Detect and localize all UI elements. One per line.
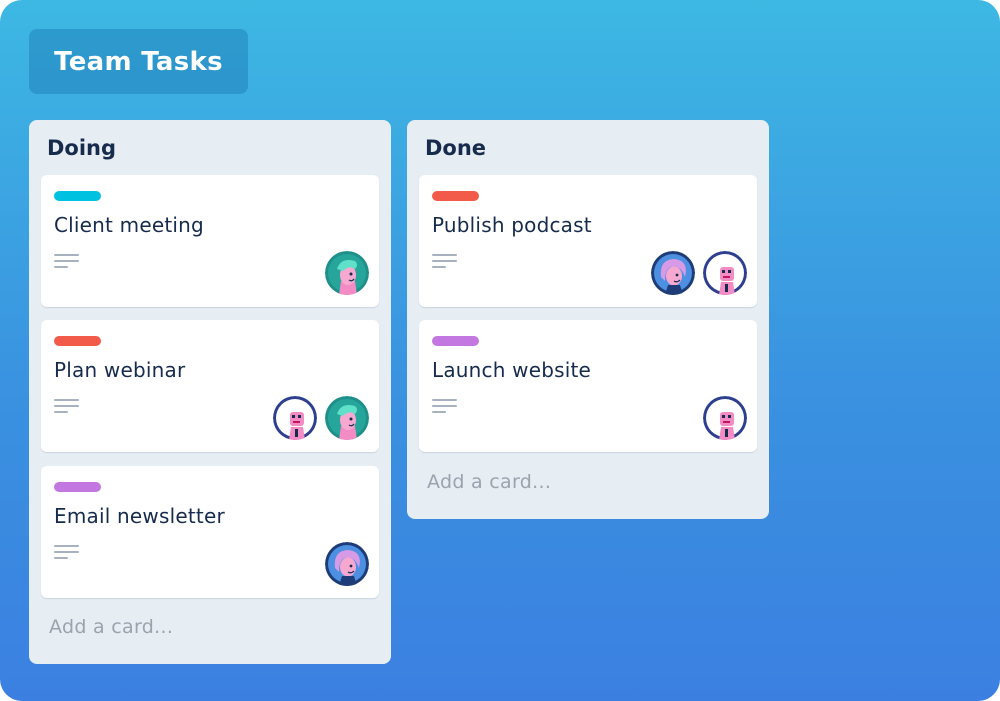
- card-title: Client meeting: [54, 213, 204, 237]
- board: Team Tasks Doing Client meeting Plan web…: [0, 0, 1000, 701]
- board-title[interactable]: Team Tasks: [29, 29, 248, 94]
- pink-character-avatar[interactable]: [273, 396, 317, 440]
- list-title[interactable]: Done: [425, 136, 486, 160]
- description-lines-icon: [432, 254, 458, 270]
- add-card-button[interactable]: Add a card...: [49, 616, 173, 638]
- pink-character-avatar[interactable]: [703, 396, 747, 440]
- card-members: [325, 542, 369, 586]
- description-lines-icon: [432, 399, 458, 415]
- card-launch-website[interactable]: Launch website: [419, 320, 757, 452]
- card-label: [54, 482, 101, 492]
- card-title: Launch website: [432, 358, 592, 382]
- list-doing: Doing Client meeting Plan webinar Email …: [29, 120, 391, 664]
- description-lines-icon: [54, 254, 80, 270]
- card-members: [273, 396, 369, 440]
- card-title: Email newsletter: [54, 504, 225, 528]
- card-label: [54, 191, 101, 201]
- add-card-button[interactable]: Add a card...: [427, 471, 551, 493]
- card-label: [432, 191, 479, 201]
- teal-hair-person-avatar[interactable]: [325, 251, 369, 295]
- card-label: [54, 336, 101, 346]
- card-label: [432, 336, 479, 346]
- teal-hair-person-avatar[interactable]: [325, 396, 369, 440]
- list-title[interactable]: Doing: [47, 136, 116, 160]
- list-done: Done Publish podcast Launch website Add …: [407, 120, 769, 519]
- card-members: [651, 251, 747, 295]
- description-lines-icon: [54, 399, 80, 415]
- pink-hair-person-avatar[interactable]: [325, 542, 369, 586]
- card-members: [703, 396, 747, 440]
- card-publish-podcast[interactable]: Publish podcast: [419, 175, 757, 307]
- card-client-meeting[interactable]: Client meeting: [41, 175, 379, 307]
- card-email-newsletter[interactable]: Email newsletter: [41, 466, 379, 598]
- description-lines-icon: [54, 545, 80, 561]
- pink-hair-person-avatar[interactable]: [651, 251, 695, 295]
- card-plan-webinar[interactable]: Plan webinar: [41, 320, 379, 452]
- card-title: Publish podcast: [432, 213, 592, 237]
- card-members: [325, 251, 369, 295]
- card-title: Plan webinar: [54, 358, 186, 382]
- pink-character-avatar[interactable]: [703, 251, 747, 295]
